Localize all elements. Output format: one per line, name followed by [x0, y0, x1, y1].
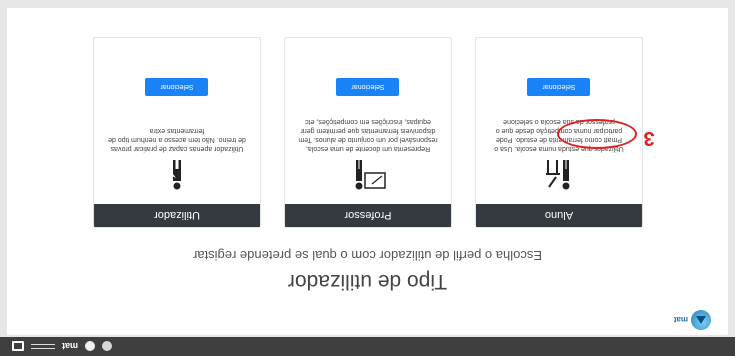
logo-icon [691, 310, 711, 330]
page-subtitle: Escolha o perfil de utilizador com o qua… [192, 248, 543, 263]
select-aluno-button[interactable]: Selecionar [527, 78, 591, 96]
annotation-number: 3 [643, 127, 655, 149]
role-title: Aluno [476, 204, 642, 227]
brand-logo[interactable]: mat [674, 310, 711, 330]
annotation-highlight [557, 119, 637, 149]
role-description: Utilizador apenas capaz de praticar prov… [108, 127, 246, 152]
user-icon [94, 153, 260, 197]
select-utilizador-button[interactable]: Selecionar [145, 78, 209, 96]
student-icon [476, 153, 642, 197]
screen: mat mat Tipo de utilizador Escolha o per… [0, 0, 735, 356]
teacher-icon [285, 153, 451, 197]
partner-logo-icon [31, 344, 55, 349]
role-description: Representa um docente de uma escola, res… [298, 118, 438, 152]
select-professor-button[interactable]: Selecionar [336, 78, 400, 96]
role-title: Professor [285, 204, 451, 227]
role-card-utilizador: Utilizador Utilizador apenas capaz de pr… [93, 37, 261, 228]
topbar-brand[interactable]: mat [62, 342, 78, 352]
top-bar: mat [0, 337, 735, 356]
page-title: Tipo de utilizador [287, 270, 448, 293]
role-card-professor: Professor Representa um docente de uma e… [284, 37, 452, 228]
help-icon[interactable] [85, 341, 96, 352]
shop-icon[interactable] [12, 341, 24, 352]
role-title: Utilizador [94, 204, 260, 227]
settings-icon[interactable] [102, 341, 113, 352]
brand-name: mat [673, 315, 688, 325]
main-panel: mat Tipo de utilizador Escolha o perfil … [7, 8, 728, 335]
